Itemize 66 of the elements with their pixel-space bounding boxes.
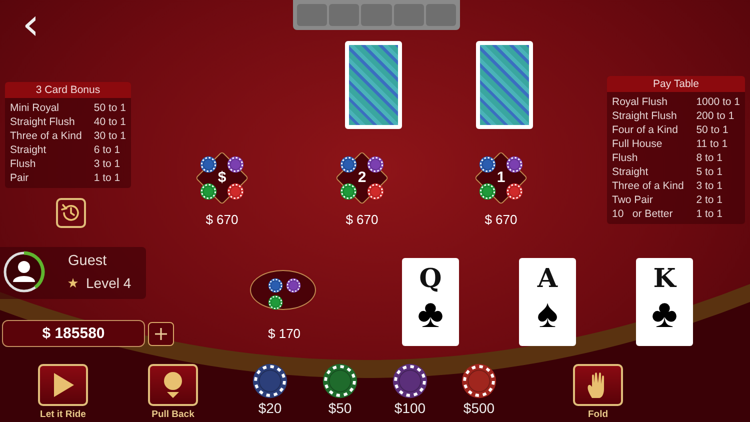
payout: 11 to 1 [696, 137, 729, 151]
hand-name: Royal Flush [612, 95, 668, 109]
chip-value: $50 [328, 400, 352, 416]
card-suit: ♣ [417, 294, 444, 334]
hand-name: Full House [612, 137, 664, 151]
payout: 3 to 1 [696, 179, 724, 193]
payout: 3 to 1 [94, 157, 122, 171]
hand-name: Straight [10, 143, 48, 157]
payout: 6 to 1 [94, 143, 122, 157]
hand-name: Three of a Kind [612, 179, 685, 193]
payout: 1 to 1 [94, 171, 122, 185]
hand-name: Flush [612, 151, 639, 165]
payout: 1000 to 1 [696, 95, 740, 109]
payout: 200 to 1 [696, 109, 736, 123]
plus-icon [154, 327, 168, 341]
button-label: Pull Back [152, 409, 194, 420]
payout: 1 to 1 [696, 207, 724, 221]
card-suit: ♠ [536, 294, 558, 334]
card-rank: Q [419, 264, 442, 294]
pull-button[interactable] [148, 364, 198, 406]
hand-name: Straight Flush [10, 115, 76, 129]
bet-amount: $ 670 [484, 212, 518, 227]
chip-value: $100 [394, 400, 426, 416]
player-name: Guest [68, 253, 107, 269]
hand-name: Flush [10, 157, 37, 171]
button-label: Fold [588, 409, 608, 420]
payout: 2 to 1 [696, 193, 724, 207]
play-button[interactable] [38, 364, 88, 406]
hand-name: 10 or Better [612, 207, 674, 221]
hand-name: Straight [612, 165, 650, 179]
payout: 5 to 1 [696, 165, 724, 179]
player-level: Level 4 [86, 275, 132, 291]
table-title: Pay Table [607, 76, 745, 92]
history-icon [60, 202, 82, 224]
add-funds-button[interactable] [148, 322, 174, 346]
chip-button[interactable] [252, 363, 288, 399]
button-label: Let it Ride [40, 409, 86, 420]
card-suit: ♣ [651, 294, 678, 334]
payout: 30 to 1 [94, 129, 126, 143]
back-button[interactable]: ‹ [18, 5, 44, 45]
card-rank: A [537, 264, 558, 294]
history-button[interactable] [56, 198, 86, 228]
payout: 50 to 1 [696, 123, 730, 137]
chip-button[interactable] [322, 363, 358, 399]
bet-amount: $ 670 [346, 212, 378, 227]
table-title: 3 Card Bonus [5, 82, 131, 98]
bet-amount: $ 670 [206, 212, 238, 227]
hand-name: Straight Flush [612, 109, 678, 123]
balance-display: $ 185580 [2, 320, 145, 347]
chip-value: $20 [258, 400, 282, 416]
bet-amount: $ 170 [268, 326, 301, 341]
payout: 50 to 1 [94, 101, 126, 115]
card-rank: K [653, 264, 676, 294]
hand-name: Pair [10, 171, 30, 185]
hand-name: Three of a Kind [10, 129, 83, 143]
payout: 40 to 1 [94, 115, 126, 129]
chip-button[interactable] [392, 363, 428, 399]
fold-button[interactable] [573, 364, 623, 406]
hand-name: Mini Royal [10, 101, 60, 115]
hand-name: Two Pair [612, 193, 654, 207]
payout: 8 to 1 [696, 151, 724, 165]
bet-spot-label: $ [216, 170, 228, 186]
hand-name: Four of a Kind [612, 123, 679, 137]
chip-value: $500 [463, 400, 495, 416]
star-icon [68, 278, 78, 288]
chip-button[interactable] [461, 363, 497, 399]
